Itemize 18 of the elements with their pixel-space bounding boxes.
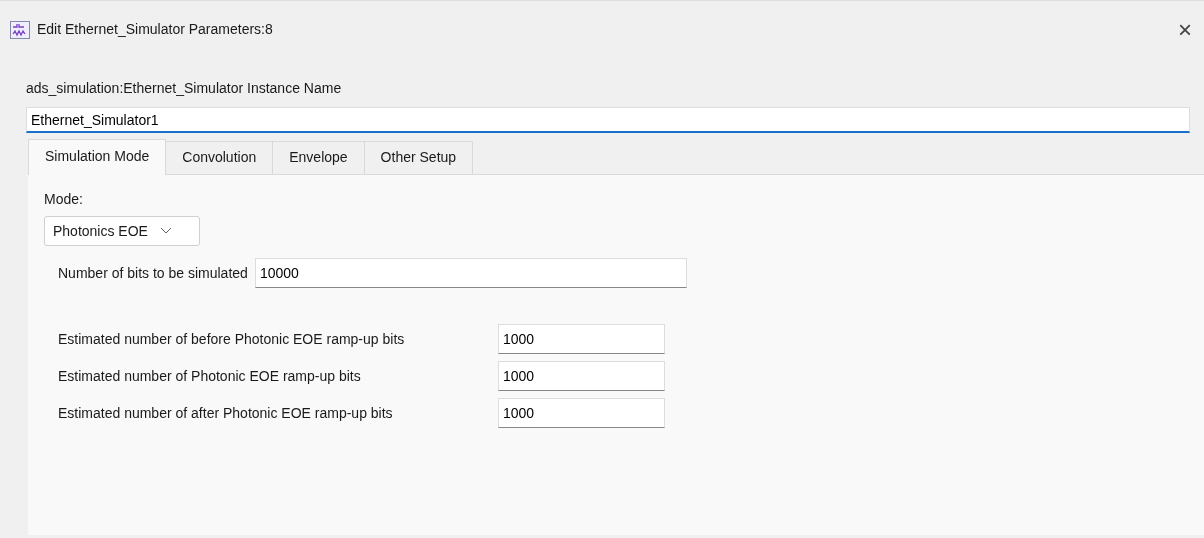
ramp-up-label: Estimated number of Photonic EOE ramp-up bits — [58, 366, 362, 386]
mode-label: Mode: — [44, 190, 84, 209]
ramp-up-label: Estimated number of before Photonic EOE ramp-up bits — [58, 329, 406, 349]
ramp-up-field[interactable]: 1000 — [498, 361, 665, 391]
bits-label: Number of bits to be simulated — [58, 263, 248, 283]
mode-dropdown[interactable]: Photonics EOE — [44, 216, 200, 246]
ramp-up-label: Estimated number of after Photonic EOE ramp-up bits — [58, 403, 394, 423]
tab[interactable]: Other Setup — [363, 141, 474, 174]
close-button[interactable]: × — [1176, 17, 1194, 42]
ramp-up-field[interactable]: 1000 — [498, 398, 665, 428]
window-title: Edit Ethernet_Simulator Parameters:8 — [37, 20, 273, 39]
tab[interactable]: Simulation Mode — [28, 139, 167, 175]
instance-name-field[interactable]: Ethernet_Simulator1 — [26, 107, 1190, 133]
instance-name-label: ads_simulation:Ethernet_Simulator Instance Name — [26, 79, 343, 98]
bits-field[interactable]: 10000 — [254, 258, 687, 288]
app-icon — [10, 20, 30, 39]
ramp-up-field[interactable]: 1000 — [498, 324, 665, 354]
chevron-down-icon — [159, 227, 172, 235]
